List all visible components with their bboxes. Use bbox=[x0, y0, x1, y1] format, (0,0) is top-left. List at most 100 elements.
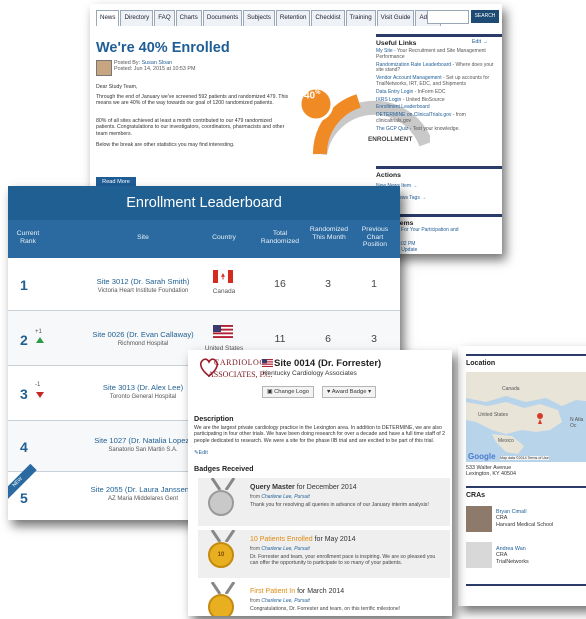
badge-title: First Patient In for March 2014 bbox=[250, 588, 345, 595]
useful-link-title[interactable]: Data Entry Login bbox=[376, 89, 413, 95]
badge-from-link[interactable]: Charlene Lee, Pursuit bbox=[261, 494, 309, 500]
flag-us-icon bbox=[213, 325, 233, 338]
ribbon-icon bbox=[210, 530, 236, 542]
main-nav: News Directory FAQ Charts Documents Subj… bbox=[96, 10, 441, 26]
news-paragraph-2: 80% of all sites achieved at least a mon… bbox=[96, 118, 285, 137]
useful-link-note: - Your Recruitment and Site Management P… bbox=[376, 48, 486, 60]
col-prev: Previous Chart Position bbox=[361, 226, 389, 248]
useful-links-list: My Site - Your Recruitment and Site Mana… bbox=[376, 48, 502, 133]
useful-link-item[interactable]: My Site - Your Recruitment and Site Mana… bbox=[376, 48, 502, 61]
site-name: Site 0014 (Dr. Forrester) bbox=[274, 358, 382, 369]
useful-link-note: - Test your knowledge. bbox=[408, 125, 460, 132]
badge-text: Thank you for resolving all queries in a… bbox=[250, 502, 429, 508]
posted-date: Posted: Jun 14, 2015 at 10:53 PM bbox=[114, 66, 196, 72]
award-badge-button[interactable]: ♥ Award Badge ▾ bbox=[322, 386, 376, 398]
row-site-name[interactable]: Site 3012 (Dr. Sarah Smith) bbox=[58, 277, 228, 287]
map-pin-icon bbox=[537, 413, 543, 419]
useful-link-item[interactable]: Enrollment Leaderboard bbox=[376, 104, 502, 111]
badge-title: 10 Patients Enrolled for May 2014 bbox=[250, 536, 356, 543]
cra-org: Harvard Medical School bbox=[496, 521, 554, 528]
useful-link-item[interactable]: DETERMINE on ClinicalTrials.gov - from c… bbox=[376, 112, 502, 125]
row-prev: 3 bbox=[371, 333, 377, 345]
gauge-percent: 40% bbox=[304, 90, 321, 102]
badge-from-link[interactable]: Charlene Lee, Pursuit bbox=[261, 598, 309, 604]
useful-link-item[interactable]: Randomization Rate Leaderboard - Where d… bbox=[376, 62, 502, 75]
useful-link-item[interactable]: Vendor Account Management - Set up accou… bbox=[376, 75, 502, 88]
search-input[interactable] bbox=[427, 10, 469, 24]
badge-from-link[interactable]: Charlene Lee, Pursuit bbox=[261, 546, 309, 552]
location-title: Location bbox=[466, 360, 496, 367]
tab-retention[interactable]: Retention bbox=[275, 10, 311, 26]
row-rank: 2 bbox=[20, 332, 28, 348]
col-total: Total Randomized bbox=[260, 230, 300, 245]
news-paragraph-3: Below the break are other statistics you… bbox=[96, 142, 235, 148]
row-total: 11 bbox=[274, 333, 286, 345]
badge-text: Congratulations, Dr. Forrester and team,… bbox=[250, 606, 401, 612]
actions-title: Actions bbox=[376, 166, 502, 179]
badges-title: Badges Received bbox=[194, 464, 254, 473]
tab-checklist[interactable]: Checklist bbox=[311, 10, 345, 26]
map-terms-link[interactable]: Terms of Use bbox=[528, 456, 549, 460]
badge-item: 10 10 Patients Enrolled for May 2014 fro… bbox=[198, 530, 450, 578]
award-icon: ♥ bbox=[327, 389, 331, 395]
gold-medal-icon bbox=[208, 594, 234, 616]
col-month: Randomized This Month bbox=[309, 226, 349, 241]
tab-news[interactable]: News bbox=[96, 10, 120, 26]
news-paragraph-1: Through the end of January we've screene… bbox=[96, 94, 289, 107]
cra-avatar-placeholder bbox=[466, 542, 492, 568]
tab-charts[interactable]: Charts bbox=[175, 10, 202, 26]
useful-link-note: - United BioSource bbox=[401, 96, 445, 103]
tab-visit-guide[interactable]: Visit Guide bbox=[376, 10, 415, 26]
useful-links-edit[interactable]: Edit → bbox=[472, 39, 488, 45]
row-month: 3 bbox=[325, 278, 331, 290]
row-rank: 3 bbox=[20, 386, 28, 402]
cras-title: CRAs bbox=[466, 492, 486, 499]
gauge-label: ENROLLMENT bbox=[368, 136, 413, 143]
tab-subjects[interactable]: Subjects bbox=[243, 10, 275, 26]
leaderboard-row[interactable]: 1 Site 3012 (Dr. Sarah Smith) Victoria H… bbox=[8, 258, 400, 311]
useful-link-item[interactable]: The GCP Quiz - Test your knowledge. bbox=[376, 125, 502, 133]
post-meta: Posted By: Susan Sloan Posted: Jun 14, 2… bbox=[114, 60, 196, 72]
cras-bar bbox=[466, 486, 586, 488]
salutation: Dear Study Team, bbox=[96, 84, 138, 90]
site-location-panel: Location Canada United States Mexico N A… bbox=[458, 346, 586, 606]
row-rank: 5 bbox=[20, 490, 28, 506]
row-site-name[interactable]: Site 0026 (Dr. Evan Callaway) bbox=[58, 330, 228, 340]
bottom-bar bbox=[466, 584, 586, 586]
tab-directory[interactable]: Directory bbox=[120, 10, 154, 26]
silver-medal-icon bbox=[208, 490, 234, 516]
map-label-mexico: Mexico bbox=[498, 438, 514, 444]
useful-link-item[interactable]: IXRS Login - United BioSource bbox=[376, 96, 502, 104]
badge-text: Dr. Forrester and team, your enrollment … bbox=[250, 554, 436, 567]
map-data-credit: Map data ©2014 Terms of Use bbox=[500, 456, 549, 460]
ribbon-icon bbox=[210, 582, 236, 594]
location-map[interactable]: Canada United States Mexico N Atla Oc Go… bbox=[466, 372, 586, 462]
badge-from: from Charlene Lee, Pursuit bbox=[250, 598, 310, 604]
location-bar bbox=[466, 354, 586, 356]
badge-from: from Charlene Lee, Pursuit bbox=[250, 494, 310, 500]
news-headline[interactable]: We're 40% Enrolled bbox=[96, 40, 230, 56]
edit-description-link[interactable]: ✎Edit bbox=[194, 450, 208, 456]
cra-avatar bbox=[466, 506, 492, 532]
useful-link-title[interactable]: IXRS Login bbox=[376, 97, 401, 103]
site-institution: Kentucky Cardiology Associates bbox=[263, 370, 357, 377]
search-button[interactable]: SEARCH bbox=[471, 10, 499, 23]
google-logo: Google bbox=[468, 452, 496, 461]
row-rank: 1 bbox=[20, 277, 28, 293]
description-title: Description bbox=[194, 414, 234, 423]
change-logo-button[interactable]: ▣ Change Logo bbox=[262, 386, 314, 398]
ribbon-icon bbox=[210, 478, 236, 490]
useful-link-title[interactable]: Enrollment Leaderboard bbox=[376, 104, 430, 110]
row-rank: 4 bbox=[20, 439, 28, 455]
row-move: -1 bbox=[35, 382, 41, 388]
useful-links-box: Useful Links Edit → My Site - Your Recru… bbox=[376, 34, 502, 133]
useful-link-title[interactable]: The GCP Quiz bbox=[376, 126, 408, 132]
tab-training[interactable]: Training bbox=[345, 10, 376, 26]
useful-link-note: - InForm EDC bbox=[413, 88, 446, 95]
badge-item: First Patient In for March 2014 from Cha… bbox=[198, 582, 450, 616]
tab-documents[interactable]: Documents bbox=[202, 10, 243, 26]
map-label-canada: Canada bbox=[502, 386, 520, 392]
row-country: Canada bbox=[212, 288, 236, 295]
tab-faq[interactable]: FAQ bbox=[154, 10, 175, 26]
useful-link-item[interactable]: Data Entry Login - InForm EDC bbox=[376, 88, 502, 96]
